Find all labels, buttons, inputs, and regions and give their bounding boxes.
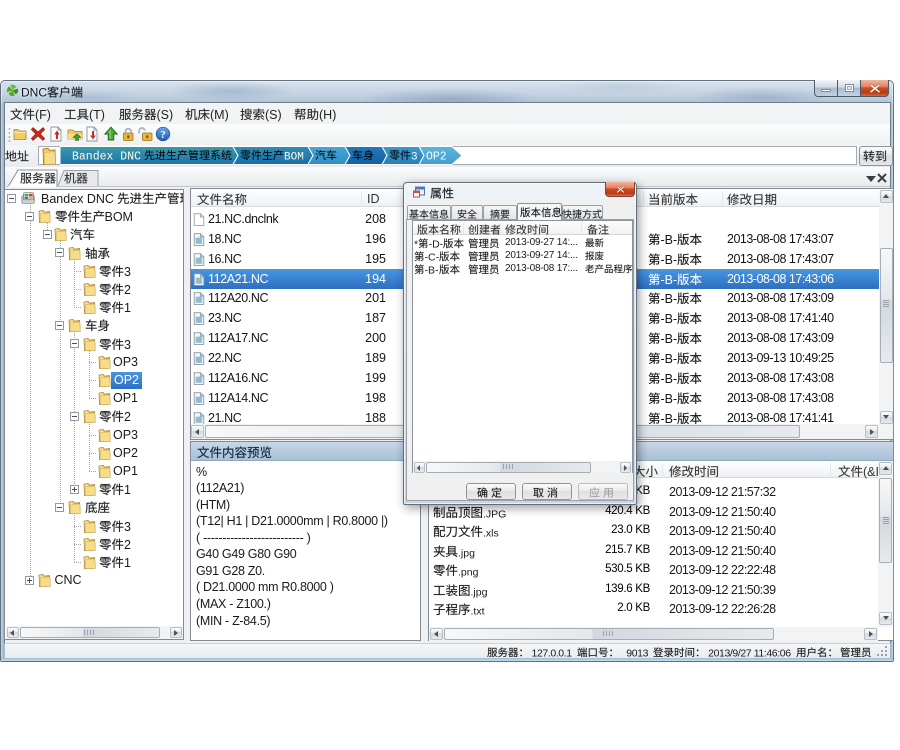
svg-text:?: ? xyxy=(160,129,166,141)
svg-text:OP2: OP2 xyxy=(426,151,447,164)
svg-text:3: 3 xyxy=(411,152,418,164)
svg-text:BOM: BOM xyxy=(284,152,304,164)
svg-text:Bandex DNC: Bandex DNC xyxy=(72,151,141,164)
